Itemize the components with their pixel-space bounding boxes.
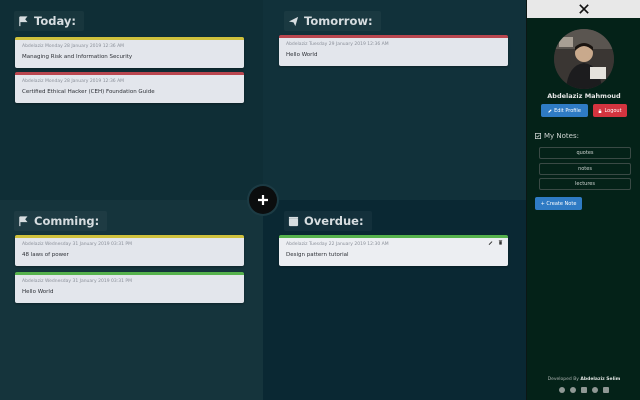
edit-profile-label: Edit Profile [554, 107, 581, 114]
avatar [554, 29, 614, 89]
tomorrow-title: Tomorrow: [304, 14, 373, 28]
note-text: Hello World [286, 52, 318, 58]
note-date: Abdelaziz Tuesday 22 January 2019 12:30 … [286, 242, 389, 247]
note-text: Hello World [22, 289, 54, 295]
overdue-section: Overdue: Abdelaziz Tuesday 22 January 20… [263, 200, 526, 400]
note-text: Certified Ethical Hacker (CEH) Foundatio… [22, 89, 155, 95]
create-note-button[interactable]: + Create Note [535, 197, 582, 210]
checkbox-icon [535, 133, 541, 139]
flag-icon [19, 215, 28, 226]
logout-label: Logout [604, 107, 622, 114]
note-date: Abdelaziz Monday 28 January 2019 12:36 A… [22, 79, 125, 84]
my-notes-heading: My Notes: [535, 132, 579, 140]
note-card[interactable]: Abdelaziz Tuesday 22 January 2019 12:30 … [279, 235, 508, 266]
credit-prefix: Developed By [547, 377, 579, 382]
note-card[interactable]: Abdelaziz Monday 28 January 2019 12:36 A… [15, 37, 244, 68]
tomorrow-section: Tomorrow: Abdelaziz Tuesday 29 January 2… [263, 0, 526, 200]
note-card[interactable]: Abdelaziz Monday 28 January 2019 12:36 A… [15, 72, 244, 103]
coming-heading: Comming: [14, 211, 108, 231]
logout-button[interactable]: Logout [593, 104, 627, 117]
coming-title: Comming: [34, 214, 100, 228]
plus-icon [258, 195, 268, 205]
close-icon [579, 4, 589, 14]
user-name: Abdelaziz Mahmoud [547, 92, 621, 100]
my-notes-label: My Notes: [544, 132, 579, 140]
credit-name: Abdelaziz Selim [580, 377, 621, 382]
add-note-button[interactable] [249, 186, 277, 214]
linkedin-icon[interactable] [581, 387, 587, 393]
coming-section: Comming: Abdelaziz Wednesday 31 January … [0, 200, 263, 400]
edit-icon[interactable] [488, 240, 493, 245]
lock-icon [599, 108, 602, 113]
tomorrow-heading: Tomorrow: [284, 11, 381, 31]
note-date: Abdelaziz Monday 28 January 2019 12:36 A… [22, 44, 125, 49]
paper-plane-icon [288, 16, 299, 26]
edit-profile-button[interactable]: Edit Profile [541, 104, 588, 117]
close-button[interactable] [527, 0, 640, 18]
delete-icon[interactable] [498, 240, 503, 245]
note-card[interactable]: Abdelaziz Wednesday 31 January 2019 03:3… [15, 272, 244, 303]
today-section: Today: Abdelaziz Monday 28 January 2019 … [0, 0, 263, 200]
overdue-heading: Overdue: [284, 211, 372, 231]
note-link-lectures[interactable]: lectures [539, 178, 631, 190]
today-title: Today: [34, 14, 76, 28]
today-heading: Today: [14, 11, 84, 31]
profile-photo [554, 29, 614, 89]
note-link-notes[interactable]: notes [539, 163, 631, 175]
stackoverflow-icon[interactable] [570, 387, 576, 393]
facebook-icon[interactable] [603, 387, 609, 393]
flag-icon [19, 15, 28, 26]
pencil-icon [548, 108, 552, 113]
social-links [527, 387, 640, 393]
github-icon[interactable] [559, 387, 565, 393]
note-card[interactable]: Abdelaziz Tuesday 29 January 2019 12:36 … [279, 35, 508, 66]
sidebar: Abdelaziz Mahmoud Edit Profile Logout My… [526, 0, 640, 400]
note-text: Managing Risk and Information Security [22, 54, 133, 60]
note-text: 48 laws of power [22, 252, 69, 258]
note-text: Design pattern tutorial [286, 252, 349, 258]
note-date: Abdelaziz Wednesday 31 January 2019 03:3… [22, 279, 132, 284]
note-card[interactable]: Abdelaziz Wednesday 31 January 2019 03:3… [15, 235, 244, 266]
note-date: Abdelaziz Wednesday 31 January 2019 03:3… [22, 242, 132, 247]
overdue-title: Overdue: [304, 214, 364, 228]
card-tools [488, 240, 503, 245]
archive-icon [288, 216, 299, 226]
twitter-icon[interactable] [592, 387, 598, 393]
note-date: Abdelaziz Tuesday 29 January 2019 12:36 … [286, 42, 389, 47]
developer-credit: Developed By Abdelaziz Selim [527, 377, 640, 382]
note-link-quotes[interactable]: quotes [539, 147, 631, 159]
